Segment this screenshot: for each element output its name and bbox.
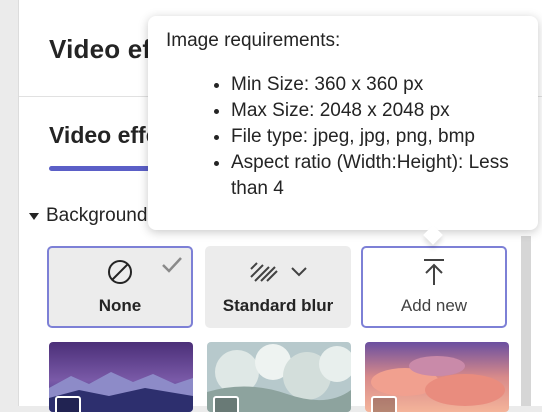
requirement-file-type: File type: jpeg, jpg, png, bmp [231,124,511,150]
tooltip-heading: Image requirements: [166,30,341,51]
image-requirements-tooltip: Image requirements: Min Size: 360 x 360 … [148,16,538,230]
check-icon [162,257,182,273]
section-header-label: Backgrounds [46,205,157,226]
background-none-tile[interactable]: None [47,246,193,328]
scrollbar[interactable] [521,236,531,406]
blur-icon [250,262,278,282]
requirement-min-size: Min Size: 360 x 360 px [231,72,511,98]
video-icon [371,396,397,412]
background-thumbnail-sunset-clouds[interactable] [365,342,509,412]
requirement-aspect-ratio: Aspect ratio (Width:Height): Less than 4 [231,150,511,202]
chevron-down-icon[interactable] [291,267,307,277]
background-thumbnail-mountains[interactable] [49,342,193,412]
none-label: None [98,296,142,315]
blur-label: Standard blur [222,296,334,315]
backgrounds-section-toggle[interactable]: Backgrounds [29,205,157,227]
background-thumbnail-snowy-trees[interactable] [207,342,351,412]
requirement-max-size: Max Size: 2048 x 2048 px [231,98,511,124]
video-icon [55,396,81,412]
caret-down-icon [29,212,39,220]
add-new-background-tile[interactable]: Add new [361,246,507,328]
video-icon [213,396,239,412]
prohibited-icon [108,260,132,284]
requirements-list: Min Size: 360 x 360 px Max Size: 2048 x … [148,72,511,202]
add-new-label: Add new [400,296,468,315]
upload-arrow-icon [424,259,444,285]
background-blur-tile[interactable]: Standard blur [205,246,351,328]
